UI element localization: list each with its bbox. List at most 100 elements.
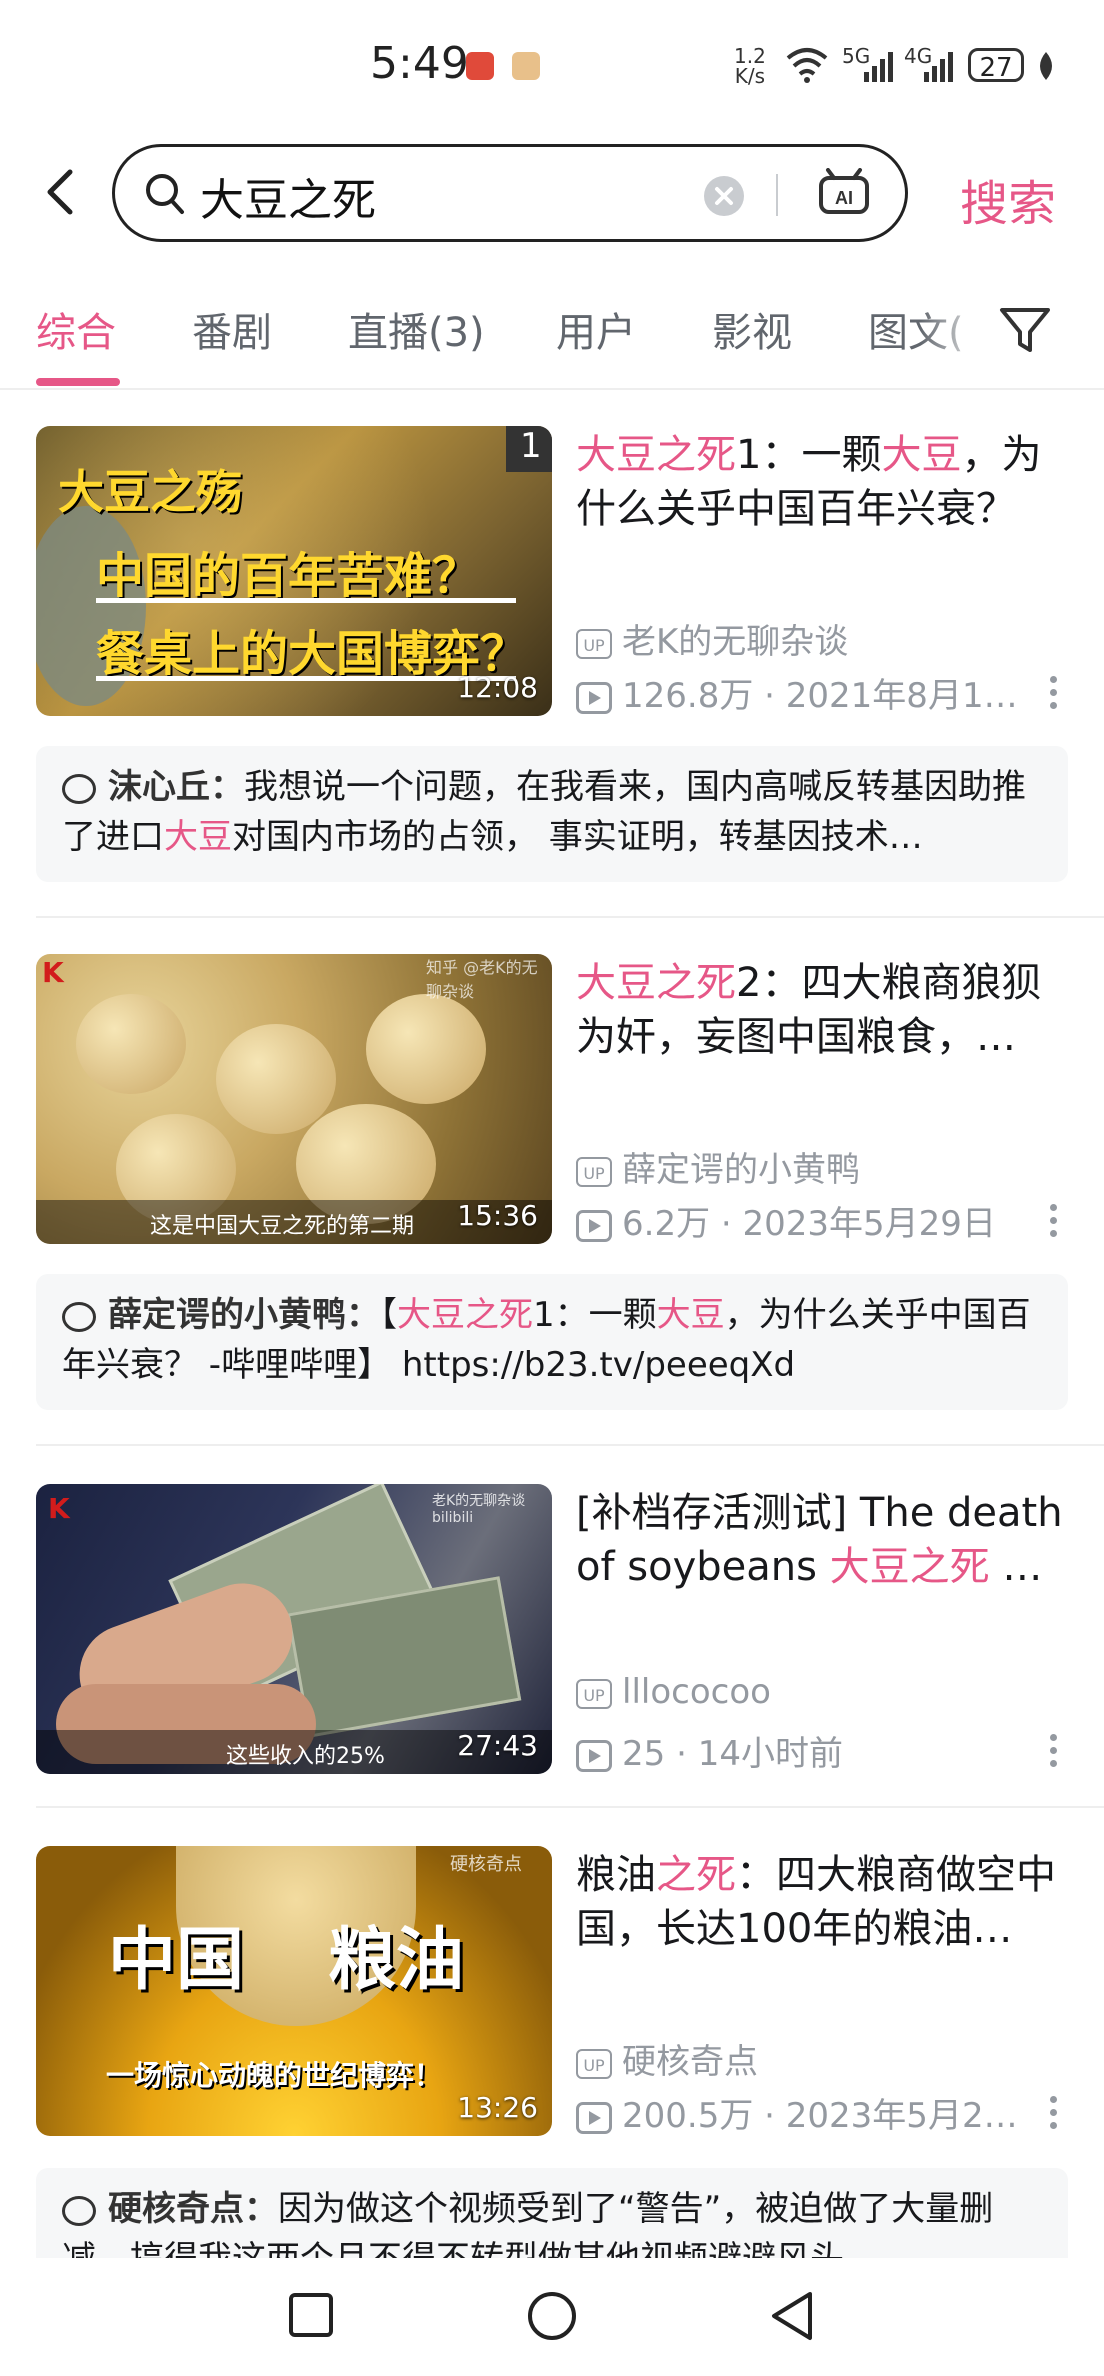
soybean-shape [366,994,486,1104]
tabs-fade [920,290,990,370]
comment-highlight: 大豆 [164,817,232,857]
tab-active-indicator [36,378,120,386]
video-stats: 126.8万 · 2021年8月1… [576,668,1032,717]
title-highlight: 大豆之死 [576,432,736,478]
video-thumbnail[interactable]: K 知乎 @老K的无聊杂谈 这是中国大豆之死的第二期 15:36 [36,954,552,1244]
thumbnail-watermark: 知乎 @老K的无聊杂谈 [426,958,538,1001]
nav-home-icon[interactable] [526,2290,578,2342]
stats-dot: · [710,1204,743,1244]
title-text: … [989,1544,1043,1590]
video-title[interactable]: 大豆之死2：四大粮商狼狈为奸，妄图中国粮食，… [576,956,1072,1064]
uploader-name: 硬核奇点 [622,2042,758,2082]
nav-recent-icon[interactable] [288,2292,334,2338]
search-input[interactable]: 大豆之死 [200,164,376,228]
comment-icon [62,2195,96,2226]
stats-dot: · [753,2096,786,2136]
svg-text:AI: AI [835,188,853,208]
up-badge-icon: UP [576,1678,612,1709]
up-badge-icon: UP [576,1156,612,1187]
battery-indicator: 27 [968,48,1024,83]
title-highlight: 大豆之死 [576,960,736,1006]
video-duration: 15:36 [457,1199,538,1232]
view-count: 126.8万 [622,676,754,716]
result-separator [36,916,1104,918]
system-nav-bar [0,2258,1104,2376]
play-count-icon [576,1739,612,1772]
thumbnail-watermark: 老K的无聊杂谈 bilibili [432,1493,526,1526]
publish-date: 2023年5月29日 [742,1204,996,1244]
title-highlight: 大豆之死 [829,1544,990,1590]
video-title[interactable]: 大豆之死1：一颗大豆，为什么关乎中国百年兴衰？ [576,428,1072,536]
video-thumbnail[interactable]: 硬核奇点 中国 粮油 一场惊心动魄的世纪博弈！ 13:26 [36,1846,552,2136]
video-thumbnail[interactable]: K 老K的无聊杂谈 bilibili 这些收入的25% 27:43 [36,1484,552,1774]
ai-icon[interactable]: AI [818,168,870,216]
more-icon[interactable] [1050,2096,1058,2135]
status-bar: 5:49 1.2 K/s 5G 4G 27 [0,0,1104,130]
tab-bangumi[interactable]: 番剧 [192,300,272,358]
video-stats: 6.2万 · 2023年5月29日 [576,1196,1032,1245]
wifi-icon [786,48,828,83]
back-icon[interactable] [40,168,80,216]
result-separator [36,1806,1104,1808]
thumbnail-underline [96,676,516,681]
title-text: 粮油 [576,1852,656,1898]
thumbnail-corner-label: 1 [520,426,542,466]
thumbnail-underline [96,598,516,603]
more-icon[interactable] [1050,676,1058,715]
uploader-name: 薛定谔的小黄鸭 [622,1150,860,1190]
filter-icon[interactable] [998,304,1052,356]
thumbnail-caption: 一场惊心动魄的世纪博弈！ [106,2059,443,2092]
view-count: 200.5万 [622,2096,754,2136]
video-title[interactable]: 粮油之死：四大粮商做空中国，长达100年的粮油… [576,1848,1072,1956]
search-button[interactable]: 搜索 [960,164,1056,234]
comment-text: 沫心丘：我想说一个问题，在我看来，国内高喊反转基因助推了进口大豆对国内市场的占领… [62,762,1052,862]
title-text: 1：一颗 [736,432,882,478]
thumbnail-text: 大豆之殇 [58,465,242,519]
comment-highlight: 大豆之死 [397,1295,533,1335]
channel-logo: K [48,1492,70,1525]
uploader-name: lllococoo [622,1672,771,1712]
signal-icon-2 [924,52,953,82]
title-highlight: 之死 [656,1852,736,1898]
more-icon[interactable] [1050,1204,1058,1243]
notification-app-icon [466,52,494,80]
soybean-shape [216,1024,336,1134]
result-separator [36,1444,1104,1446]
search-divider [776,174,778,216]
channel-logo: K [42,956,64,989]
play-count-icon [576,681,612,714]
up-badge-icon: UP [576,2048,612,2079]
play-count-icon [576,2101,612,2134]
video-duration: 27:43 [457,1729,538,1762]
tab-movies[interactable]: 影视 [712,300,792,358]
video-title[interactable]: [补档存活测试] The death of soybeans 大豆之死 … [576,1486,1072,1594]
comment-body: 【 [380,1295,397,1335]
comment-author: 薛定谔的小黄鸭： [108,1295,380,1335]
video-thumbnail[interactable]: 1 大豆之殇 中国的百年苦难？ 餐桌上的大国博弈？ 12:08 [36,426,552,716]
video-duration: 13:26 [457,2091,538,2124]
comment-author: 硬核奇点： [108,2189,278,2229]
tab-live[interactable]: 直播(3) [348,300,485,358]
video-stats: 200.5万 · 2023年5月2… [576,2088,1032,2137]
nav-back-icon[interactable] [768,2290,816,2342]
view-count: 6.2万 [622,1204,711,1244]
clear-icon[interactable] [704,176,744,216]
uploader-row[interactable]: UP 薛定谔的小黄鸭 [576,1142,860,1191]
comment-text: 薛定谔的小黄鸭：【大豆之死1：一颗大豆，为什么关乎中国百年兴衰？ -哔哩哔哩】 … [62,1290,1052,1390]
tab-comprehensive[interactable]: 综合 [36,300,116,358]
tab-users[interactable]: 用户 [556,300,636,358]
more-icon[interactable] [1050,1734,1058,1773]
thumbnail-caption: 这些收入的25% [226,1744,385,1769]
uploader-row[interactable]: UP lllococoo [576,1672,771,1712]
leaf-icon [1040,52,1052,80]
video-duration: 12:08 [457,671,538,704]
uploader-row[interactable]: UP 老K的无聊杂谈 [576,614,848,663]
thumbnail-caption: 这是中国大豆之死的第二期 [150,1214,415,1239]
publish-date: 2023年5月2… [785,2096,1018,2136]
thumbnail-text: 粮油 [328,1921,465,2000]
signal-icon [864,52,893,82]
publish-date: 2021年8月1… [785,676,1018,716]
net-speed-unit: K/s [734,64,766,88]
uploader-row[interactable]: UP 硬核奇点 [576,2034,758,2083]
net-speed-value: 1.2 [734,44,766,68]
